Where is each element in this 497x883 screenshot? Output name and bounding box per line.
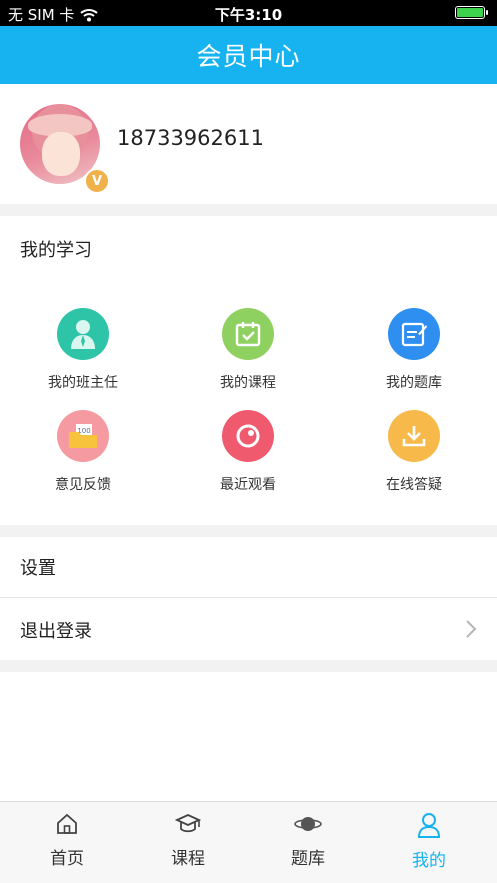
user-icon bbox=[417, 813, 441, 838]
download-icon bbox=[388, 410, 440, 462]
study-item-courses[interactable]: 我的课程 bbox=[188, 308, 308, 392]
study-item-label: 我的题库 bbox=[386, 375, 442, 391]
settings-row[interactable]: 设置 bbox=[0, 537, 497, 598]
teacher-icon bbox=[57, 308, 109, 360]
graduation-cap-icon bbox=[174, 814, 202, 833]
section-heading: 我的学习 bbox=[20, 240, 92, 261]
study-item-label: 意见反馈 bbox=[55, 477, 111, 493]
edit-document-icon bbox=[388, 308, 440, 360]
study-item-feedback[interactable]: 100 意见反馈 bbox=[23, 410, 143, 494]
recent-view-icon bbox=[222, 410, 274, 462]
empty-area bbox=[0, 672, 497, 801]
top-navigation-bar: 会员中心 bbox=[0, 26, 497, 84]
study-item-label: 我的课程 bbox=[220, 375, 276, 391]
feedback-folder-icon: 100 bbox=[57, 410, 109, 462]
tab-label: 首页 bbox=[50, 849, 84, 869]
settings-section: 设置 退出登录 bbox=[0, 537, 497, 660]
status-bar: 无 SIM 卡 下午3:10 bbox=[0, 0, 497, 26]
planet-icon bbox=[294, 817, 322, 831]
study-item-head-teacher[interactable]: 我的班主任 bbox=[23, 308, 143, 392]
tab-label: 我的 bbox=[412, 851, 446, 871]
tab-courses[interactable]: 课程 bbox=[128, 812, 248, 869]
user-phone: 18733962611 bbox=[117, 126, 264, 150]
logout-label: 退出登录 bbox=[20, 620, 92, 642]
study-item-online-qa[interactable]: 在线答疑 bbox=[354, 410, 474, 494]
vip-badge: V bbox=[84, 168, 110, 194]
study-item-label: 在线答疑 bbox=[386, 477, 442, 493]
battery-icon bbox=[455, 6, 488, 19]
my-study-section: 我的学习 我的班主任 我的课程 我的题库 100 意见反馈 最近观看 在线答疑 bbox=[0, 216, 497, 525]
calendar-check-icon bbox=[222, 308, 274, 360]
settings-label: 设置 bbox=[20, 558, 56, 579]
logout-row[interactable]: 退出登录 bbox=[0, 599, 497, 660]
study-item-question-bank[interactable]: 我的题库 bbox=[354, 308, 474, 392]
chevron-right-icon bbox=[466, 620, 477, 638]
tab-question-bank[interactable]: 题库 bbox=[248, 812, 368, 869]
page-title: 会员中心 bbox=[196, 42, 301, 71]
study-item-label: 我的班主任 bbox=[48, 375, 118, 391]
tab-home[interactable]: 首页 bbox=[7, 812, 127, 869]
home-icon bbox=[57, 813, 77, 834]
study-item-recently-viewed[interactable]: 最近观看 bbox=[188, 410, 308, 494]
tab-label: 题库 bbox=[291, 849, 325, 869]
tab-mine[interactable]: 我的 bbox=[369, 812, 489, 871]
bottom-tab-bar: 首页 课程 题库 我的 bbox=[0, 801, 497, 883]
status-time: 下午3:10 bbox=[214, 6, 283, 24]
tab-label: 课程 bbox=[171, 849, 205, 869]
profile-card[interactable]: V 18733962611 bbox=[0, 84, 497, 204]
study-item-label: 最近观看 bbox=[220, 477, 276, 493]
